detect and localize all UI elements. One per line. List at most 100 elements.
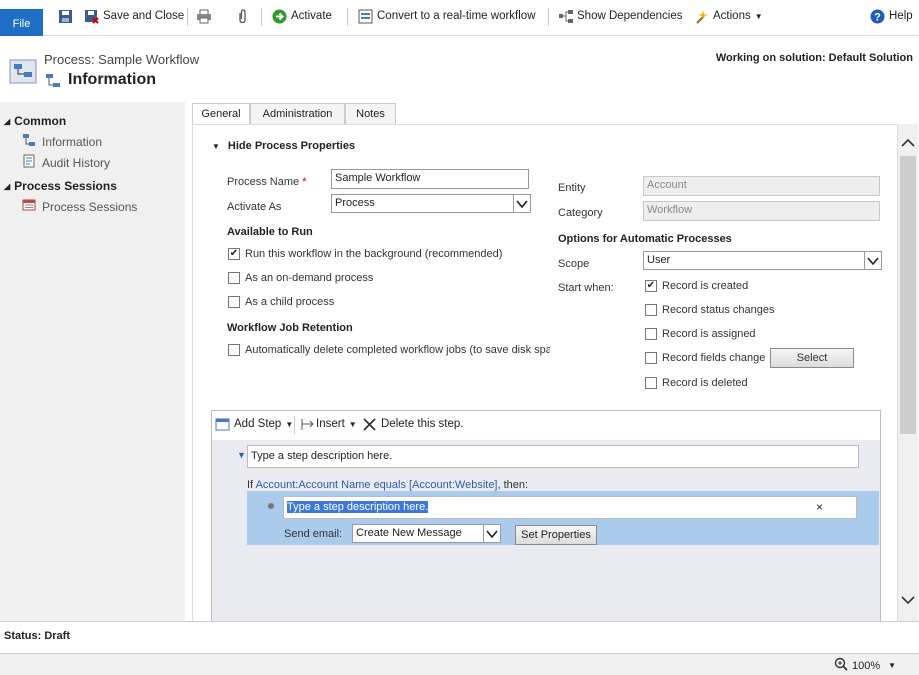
show-dependencies-button[interactable]: Show Dependencies [558, 6, 683, 26]
on-demand-option[interactable]: As an on-demand process [228, 272, 373, 284]
activate-as-select[interactable]: Process [331, 194, 531, 213]
step-description-input[interactable]: Type a step description here. [247, 445, 859, 468]
actions-label: Actions [713, 10, 751, 22]
scope-select[interactable]: User [643, 251, 882, 270]
set-properties-button[interactable]: Set Properties [515, 525, 597, 545]
record-status-checkbox[interactable] [645, 304, 657, 316]
condition-text: If Account:Account Name equals [Account:… [247, 479, 528, 491]
activate-as-label: Activate As [227, 201, 282, 213]
send-email-value: Create New Message [356, 527, 462, 539]
record-deleted-option[interactable]: Record is deleted [645, 377, 748, 389]
scrollbar-thumb[interactable] [900, 156, 916, 434]
select-fields-button[interactable]: Select [770, 348, 854, 368]
condition-link[interactable]: Account:Account Name equals [Account:Web… [256, 479, 498, 491]
hide-process-properties-toggle[interactable]: ▼ Hide Process Properties [212, 140, 355, 152]
step-bullet-icon [268, 503, 274, 509]
print-icon [196, 9, 211, 24]
record-fields-option[interactable]: Record fields change [645, 352, 765, 364]
svg-text:?: ? [874, 11, 881, 23]
tab-notes[interactable]: Notes [345, 103, 396, 124]
actions-menu[interactable]: Actions ▼ [694, 6, 763, 26]
scroll-down-icon[interactable] [901, 595, 915, 608]
ribbon-separator [187, 8, 188, 26]
activate-icon [272, 9, 287, 24]
record-assigned-option[interactable]: Record is assigned [645, 328, 756, 340]
child-process-option[interactable]: As a child process [228, 296, 334, 308]
nav-item-process-sessions[interactable]: Process Sessions [22, 198, 137, 215]
inner-step-description-input[interactable]: Type a step description here. × [283, 496, 857, 519]
print-button[interactable] [196, 6, 211, 26]
status-text: Status: Draft [4, 630, 71, 642]
workflow-entity-icon [9, 58, 37, 86]
save-close-label: Save and Close [103, 10, 185, 22]
zoom-level: 100% [852, 659, 881, 672]
nav-item-label: Process Sessions [42, 199, 138, 214]
add-step-button[interactable]: Add Step ▼ [215, 414, 293, 434]
chevron-down-icon: ▼ [348, 419, 357, 429]
record-status-option[interactable]: Record status changes [645, 304, 775, 316]
page-title: Information [68, 71, 156, 88]
collapse-triangle-icon: ▼ [212, 141, 220, 151]
chevron-down-icon [864, 252, 881, 270]
auto-delete-checkbox[interactable] [228, 344, 240, 356]
child-process-checkbox[interactable] [228, 296, 240, 308]
start-when-label: Start when: [558, 282, 614, 294]
tab-general[interactable]: General [192, 103, 250, 125]
nav-item-label: Information [42, 134, 103, 149]
nav-item-information[interactable]: Information [22, 133, 102, 150]
required-indicator: * [302, 176, 307, 188]
chevron-down-icon: ▼ [888, 661, 897, 670]
process-name-input[interactable]: Sample Workflow [331, 169, 529, 189]
record-assigned-label: Record is assigned [662, 328, 756, 340]
record-deleted-checkbox[interactable] [645, 377, 657, 389]
record-assigned-checkbox[interactable] [645, 328, 657, 340]
record-created-option[interactable]: ✔ Record is created [645, 280, 748, 292]
on-demand-checkbox[interactable] [228, 272, 240, 284]
auto-delete-option[interactable]: Automatically delete completed workflow … [228, 344, 550, 356]
nav-item-audit-history[interactable]: Audit History [22, 154, 110, 171]
tab-administration[interactable]: Administration [250, 103, 345, 124]
job-retention-header: Workflow Job Retention [227, 322, 353, 334]
insert-label: Insert [316, 418, 345, 430]
scope-label: Scope [558, 258, 590, 270]
convert-icon [358, 9, 373, 24]
scope-value: User [647, 254, 671, 266]
activate-button[interactable]: Activate [272, 6, 332, 26]
workflow-icon [22, 133, 36, 150]
send-email-select[interactable]: Create New Message [352, 524, 501, 543]
insert-button[interactable]: Insert ▼ [300, 414, 357, 434]
help-button[interactable]: ? Help [870, 6, 913, 26]
section-label: Hide Process Properties [227, 140, 356, 152]
delete-step-button[interactable]: Delete this step. [362, 414, 463, 434]
insert-icon [300, 417, 315, 432]
process-sessions-icon [22, 198, 36, 215]
run-background-option[interactable]: ✔ Run this workflow in the background (r… [228, 248, 502, 260]
options-header: Options for Automatic Processes [558, 233, 732, 245]
nav-item-label: Audit History [42, 155, 111, 170]
run-background-checkbox[interactable]: ✔ [228, 248, 240, 260]
nav-section-common[interactable]: ◢ Common [4, 114, 66, 128]
save-button[interactable] [58, 6, 73, 26]
scroll-up-icon[interactable] [901, 138, 915, 151]
add-step-label: Add Step [234, 418, 282, 430]
attach-button[interactable] [235, 6, 250, 26]
delete-icon [362, 417, 377, 432]
ribbon-separator [548, 8, 549, 26]
zoom-control[interactable]: 100% ▼ [834, 657, 896, 674]
condition-prefix: If [247, 479, 256, 491]
record-status-label: Record status changes [662, 304, 775, 316]
file-button[interactable]: File [0, 9, 43, 36]
save-close-button[interactable]: Save and Close [84, 6, 184, 26]
close-icon[interactable]: × [816, 500, 823, 514]
show-dependencies-label: Show Dependencies [577, 10, 683, 22]
record-fields-checkbox[interactable] [645, 352, 657, 364]
process-name-label-text: Process Name [227, 176, 300, 188]
status-bar [0, 621, 919, 653]
save-close-icon [84, 9, 99, 24]
collapse-step-icon[interactable]: ▼ [237, 450, 246, 460]
audit-history-icon [22, 154, 36, 171]
record-created-checkbox[interactable]: ✔ [645, 280, 657, 292]
send-email-label: Send email: [284, 528, 343, 540]
nav-section-process-sessions[interactable]: ◢ Process Sessions [4, 179, 117, 193]
convert-button[interactable]: Convert to a real-time workflow [358, 6, 536, 26]
